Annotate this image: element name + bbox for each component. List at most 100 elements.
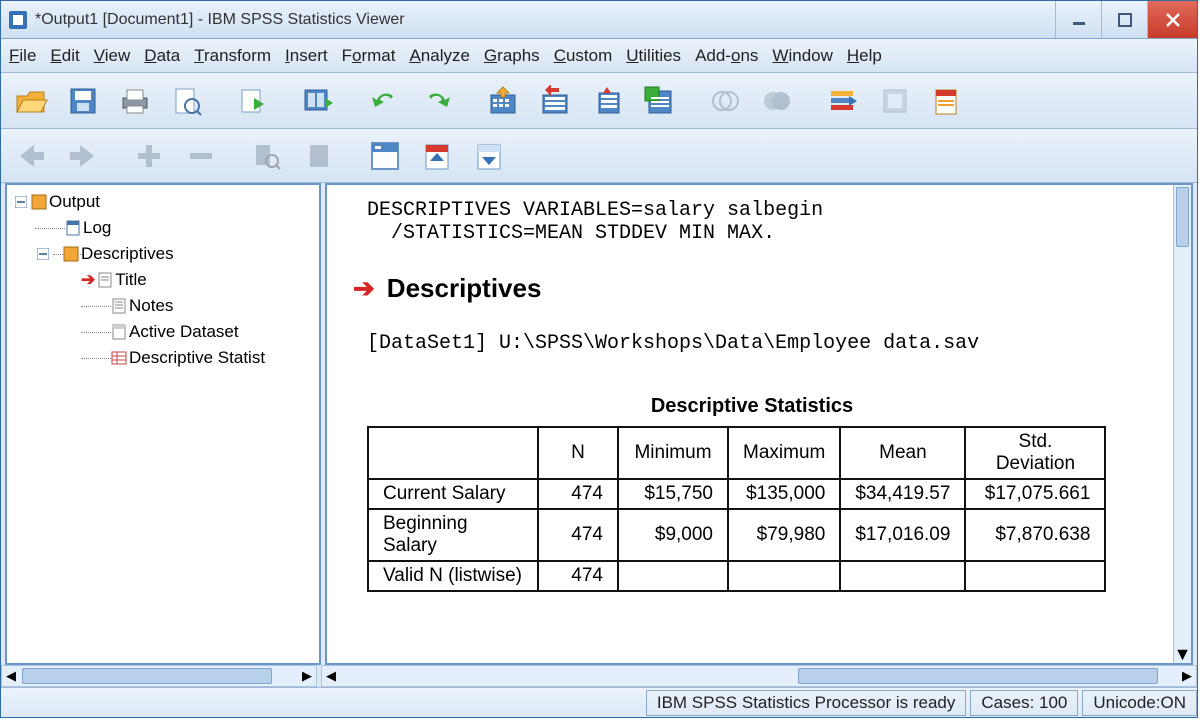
redo-button[interactable] <box>413 79 461 123</box>
outline-label-desc-stats: Descriptive Statist <box>129 345 265 371</box>
outline-item-active-dataset[interactable]: Active Dataset <box>81 319 319 345</box>
section-heading-text: Descriptives <box>387 273 542 304</box>
status-unicode: Unicode:ON <box>1082 690 1197 716</box>
folder-icon <box>63 246 79 262</box>
notes-icon <box>111 298 127 314</box>
collapse-icon[interactable] <box>13 194 29 210</box>
outline-item-title[interactable]: ➔ Title <box>81 267 319 293</box>
insert-variable-button[interactable] <box>583 79 631 123</box>
outline-root[interactable]: Output <box>13 189 319 215</box>
print-preview-button[interactable] <box>163 79 211 123</box>
move-up-button[interactable] <box>413 134 461 178</box>
promote-button[interactable] <box>125 134 173 178</box>
weight-cases-button[interactable] <box>753 79 801 123</box>
value-labels-button[interactable] <box>819 79 867 123</box>
descriptive-statistics-table: N Minimum Maximum Mean Std. Deviation Cu… <box>367 426 1106 592</box>
nav-forward-button[interactable] <box>59 134 107 178</box>
use-sets-button[interactable] <box>871 79 919 123</box>
col-blank <box>368 427 538 479</box>
cell-label: Current Salary <box>368 479 538 509</box>
scroll-right-icon[interactable]: ▶ <box>298 666 316 686</box>
export-button[interactable] <box>229 79 277 123</box>
menu-utilities[interactable]: Utilities <box>626 46 681 66</box>
content-horizontal-scrollbar[interactable]: ◀ ▶ <box>321 665 1197 687</box>
menu-data[interactable]: Data <box>144 46 180 66</box>
outline-label-active-dataset: Active Dataset <box>129 319 239 345</box>
menu-transform[interactable]: Transform <box>194 46 271 66</box>
maximize-button[interactable] <box>1101 1 1147 38</box>
move-down-button[interactable] <box>465 134 513 178</box>
menu-file[interactable]: File <box>9 46 36 66</box>
goto-data-button[interactable] <box>295 134 343 178</box>
scroll-thumb[interactable] <box>798 668 1158 684</box>
open-button[interactable] <box>7 79 55 123</box>
body: Output Log Descriptives <box>1 183 1197 665</box>
output-icon <box>31 194 47 210</box>
menu-custom[interactable]: Custom <box>554 46 613 66</box>
menu-window[interactable]: Window <box>772 46 832 66</box>
content-vertical-scrollbar[interactable]: ▲ ▼ <box>1173 185 1191 663</box>
content-pane[interactable]: DESCRIPTIVES VARIABLES=salary salbegin /… <box>325 183 1193 665</box>
menu-graphs[interactable]: Graphs <box>484 46 540 66</box>
minimize-button[interactable] <box>1055 1 1101 38</box>
nav-back-button[interactable] <box>7 134 55 178</box>
log-icon <box>65 220 81 236</box>
col-max: Maximum <box>728 427 840 479</box>
cell-sd: $17,075.661 <box>965 479 1105 509</box>
goto-variable-button[interactable] <box>531 79 579 123</box>
demote-button[interactable] <box>177 134 225 178</box>
print-button[interactable] <box>111 79 159 123</box>
table-row: Beginning Salary 474 $9,000 $79,980 $17,… <box>368 509 1105 561</box>
section-heading: ➔ Descriptives <box>353 273 1171 304</box>
titlebar[interactable]: *Output1 [Document1] - IBM SPSS Statisti… <box>1 1 1197 39</box>
goto-case-button[interactable] <box>479 79 527 123</box>
cell-max: $135,000 <box>728 479 840 509</box>
app-window: *Output1 [Document1] - IBM SPSS Statisti… <box>0 0 1198 718</box>
cell-n: 474 <box>538 509 618 561</box>
status-processor: IBM SPSS Statistics Processor is ready <box>646 690 967 716</box>
syntax-block: DESCRIPTIVES VARIABLES=salary salbegin /… <box>367 199 1171 245</box>
hscroll-row: ◀ ▶ ◀ ▶ <box>1 665 1197 687</box>
toolbar-main <box>1 73 1197 129</box>
outline-item-log[interactable]: Log <box>35 215 319 241</box>
menu-insert[interactable]: Insert <box>285 46 328 66</box>
col-n: N <box>538 427 618 479</box>
menu-view[interactable]: View <box>94 46 131 66</box>
scroll-thumb[interactable] <box>22 668 272 684</box>
find-button[interactable] <box>243 134 291 178</box>
undo-button[interactable] <box>361 79 409 123</box>
menu-edit[interactable]: Edit <box>50 46 79 66</box>
outline-horizontal-scrollbar[interactable]: ◀ ▶ <box>1 665 317 687</box>
show-hide-button[interactable] <box>361 134 409 178</box>
table-title: Descriptive Statistics <box>367 395 1137 418</box>
app-icon <box>7 9 29 31</box>
cell-min: $15,750 <box>618 479 728 509</box>
col-mean: Mean <box>840 427 965 479</box>
scroll-thumb[interactable] <box>1176 187 1189 247</box>
cell-mean: $17,016.09 <box>840 509 965 561</box>
scroll-left-icon[interactable]: ◀ <box>322 666 340 686</box>
outline-root-label: Output <box>49 189 100 215</box>
recall-dialog-button[interactable] <box>295 79 343 123</box>
designate-window-button[interactable] <box>923 79 971 123</box>
outline-pane[interactable]: Output Log Descriptives <box>5 183 321 665</box>
scroll-down-icon[interactable]: ▼ <box>1174 645 1191 663</box>
menu-analyze[interactable]: Analyze <box>409 46 469 66</box>
outline-item-notes[interactable]: Notes <box>81 293 319 319</box>
cell-label: Beginning Salary <box>368 509 538 561</box>
close-button[interactable] <box>1147 1 1197 38</box>
select-cases-button[interactable] <box>701 79 749 123</box>
collapse-icon[interactable] <box>35 246 51 262</box>
menu-help[interactable]: Help <box>847 46 882 66</box>
scroll-left-icon[interactable]: ◀ <box>2 666 20 686</box>
statusbar: IBM SPSS Statistics Processor is ready C… <box>1 687 1197 717</box>
outline-item-descriptives[interactable]: Descriptives <box>35 241 319 267</box>
menu-format[interactable]: Format <box>342 46 396 66</box>
section-marker-icon: ➔ <box>353 273 375 304</box>
menu-addons[interactable]: Add-ons <box>695 46 758 66</box>
save-button[interactable] <box>59 79 107 123</box>
scroll-right-icon[interactable]: ▶ <box>1178 666 1196 686</box>
table-row: Current Salary 474 $15,750 $135,000 $34,… <box>368 479 1105 509</box>
variables-button[interactable] <box>635 79 683 123</box>
outline-item-desc-stats[interactable]: Descriptive Statist <box>81 345 319 371</box>
